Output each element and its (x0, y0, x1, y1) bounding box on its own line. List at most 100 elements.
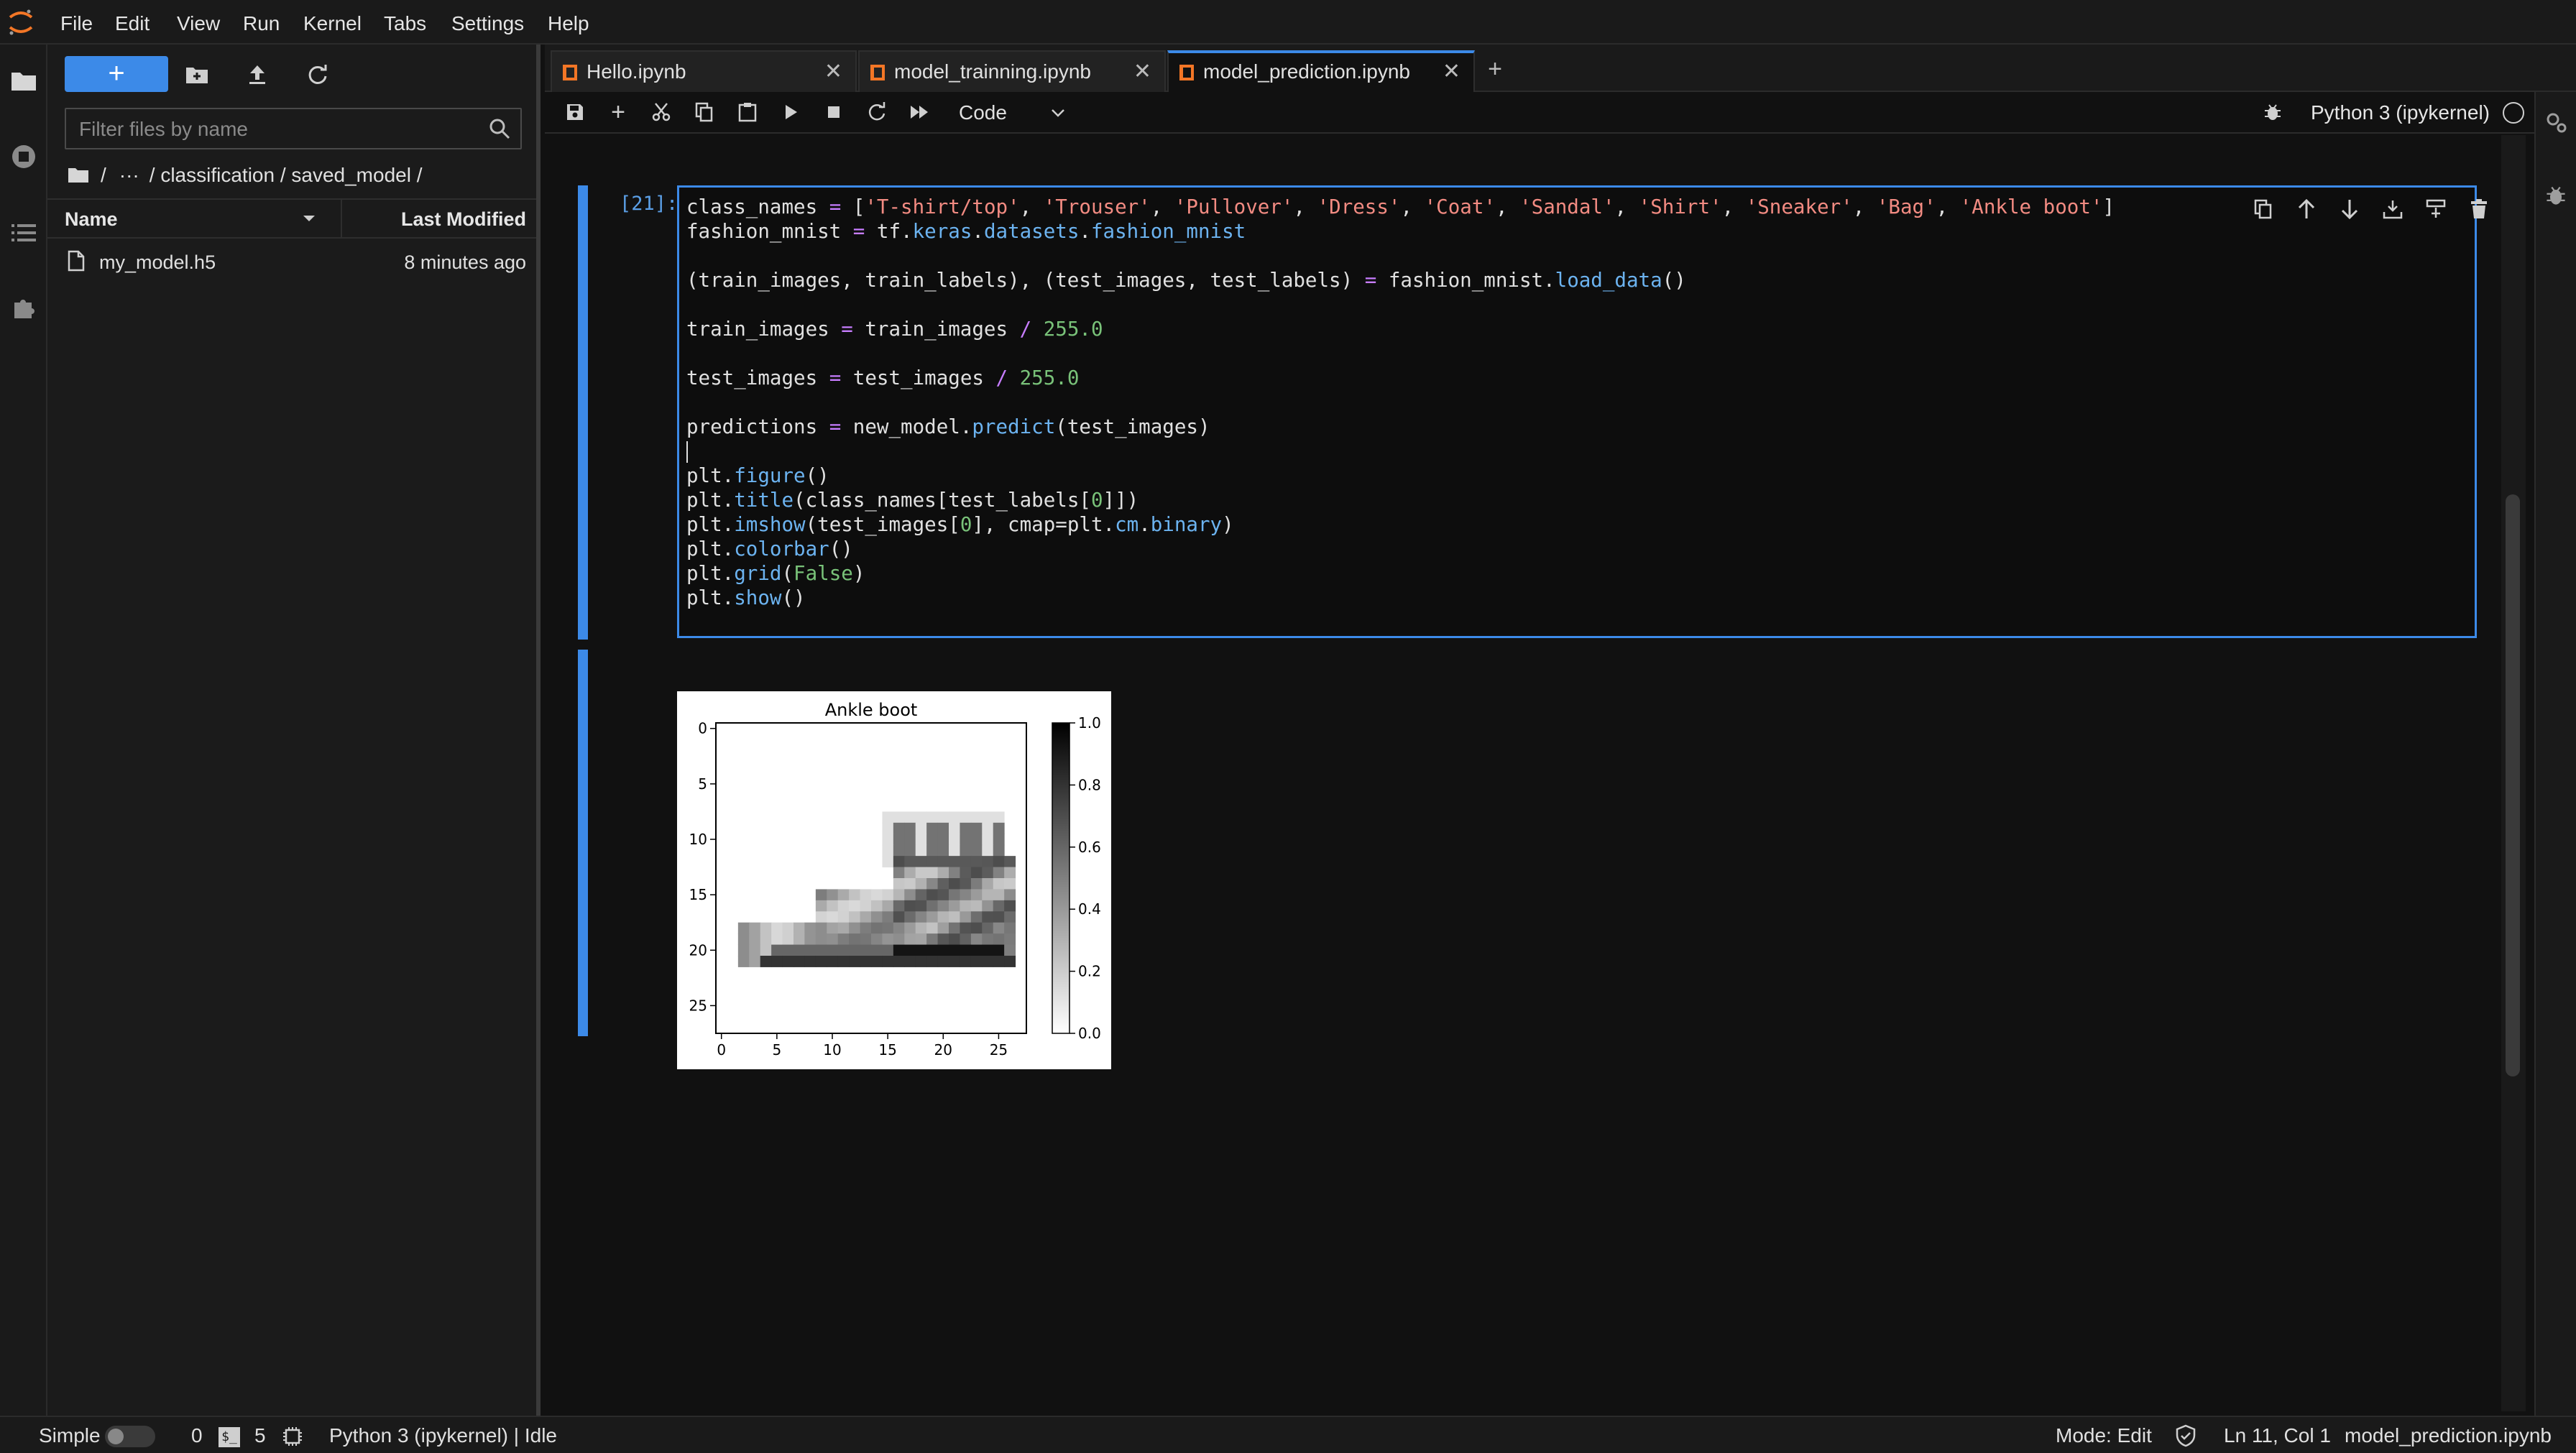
heatmap-pixel (926, 944, 939, 956)
tick-label: 10 (823, 1041, 841, 1058)
tab-model-trainning[interactable]: model_trainning.ipynb ✕ (858, 50, 1166, 92)
heatmap-pixel (937, 834, 949, 846)
heatmap-pixel (893, 811, 905, 824)
kernel-status[interactable]: Python 3 (ipykernel) | Idle (329, 1424, 557, 1447)
heatmap-pixel (904, 867, 916, 879)
heatmap-pixel (937, 922, 949, 934)
code-content[interactable]: class_names = ['T-shirt/top', 'Trouser',… (686, 195, 2115, 610)
heatmap-pixel (982, 900, 994, 912)
column-name-header[interactable]: Name (65, 208, 118, 231)
heatmap-pixel (949, 922, 960, 934)
close-icon[interactable]: ✕ (1443, 59, 1460, 84)
filter-input[interactable] (79, 115, 482, 144)
close-icon[interactable]: ✕ (824, 59, 842, 84)
new-launcher-button[interactable]: + (65, 56, 168, 92)
heatmap-pixel (993, 867, 1005, 879)
output-collapser[interactable] (578, 650, 588, 1036)
cell-collapser[interactable] (578, 185, 588, 640)
paste-icon[interactable] (733, 98, 762, 126)
cell-type-select[interactable]: Code (952, 98, 1081, 128)
stop-icon[interactable] (819, 98, 848, 126)
menu-settings[interactable]: Settings (451, 0, 524, 45)
move-down-arrow-icon[interactable] (2334, 193, 2365, 225)
file-name[interactable]: my_model.h5 (99, 252, 216, 274)
scrollbar-thumb[interactable] (2506, 494, 2520, 1076)
move-up-arrow-icon[interactable] (2291, 193, 2322, 225)
heatmap-pixel (915, 944, 927, 956)
code-editor[interactable]: class_names = ['T-shirt/top', 'Trouser',… (677, 185, 2487, 638)
home-folder-icon[interactable] (68, 165, 92, 185)
copy-icon[interactable] (690, 98, 719, 126)
breadcrumb-ellipsis[interactable]: ··· (119, 164, 139, 187)
folder-icon[interactable] (6, 63, 41, 98)
menu-view[interactable]: View (177, 0, 220, 45)
code-line-6: train_images = train_images / 255.0 (686, 318, 1103, 341)
heatmap-pixel (749, 933, 761, 946)
heatmap-pixel (926, 856, 939, 868)
menu-tabs[interactable]: Tabs (384, 0, 426, 45)
heatmap-pixel (804, 956, 816, 967)
upload-icon[interactable] (242, 57, 273, 92)
menu-file[interactable]: File (60, 0, 93, 45)
insert-above-icon[interactable] (2377, 193, 2409, 225)
heatmap-pixel (982, 922, 994, 934)
heatmap-pixel (837, 911, 850, 923)
heatmap-pixel (871, 944, 883, 956)
terminal-count[interactable]: 0 (191, 1424, 203, 1447)
duplicate-cell-icon[interactable] (2248, 193, 2279, 225)
sort-chevron-down-icon[interactable] (302, 207, 316, 234)
heatmap-pixel (915, 867, 927, 879)
cut-icon[interactable] (647, 98, 676, 126)
running-icon[interactable] (6, 139, 41, 174)
heatmap-pixel (960, 911, 972, 923)
chart-title: Ankle boot (825, 700, 918, 720)
heatmap-pixel (949, 811, 960, 824)
debugger-bug-icon[interactable] (2544, 184, 2567, 211)
notebook-icon (870, 63, 886, 86)
restart-icon[interactable] (862, 98, 891, 126)
delete-cell-icon[interactable] (2463, 193, 2495, 225)
heatmap-pixel (970, 922, 983, 934)
filter-field[interactable] (65, 108, 522, 149)
kernel-name[interactable]: Python 3 (ipykernel) (2311, 98, 2490, 128)
property-inspector-gear-icon[interactable] (2543, 109, 2569, 139)
vertical-scrollbar[interactable] (2501, 135, 2526, 1411)
heatmap-pixel (760, 944, 772, 956)
tab-model-prediction[interactable]: model_prediction.ipynb ✕ (1167, 50, 1475, 92)
heatmap-pixel (982, 944, 994, 956)
heatmap-pixel (893, 944, 905, 956)
heatmap-pixel (970, 933, 983, 946)
save-icon[interactable] (561, 98, 589, 126)
breadcrumb-path[interactable]: / classification / saved_model / (150, 164, 423, 187)
refresh-icon[interactable] (302, 57, 334, 92)
heatmap-pixel (1004, 911, 1016, 923)
heatmap-pixel (827, 922, 839, 934)
kernel-count[interactable]: 5 (254, 1424, 266, 1447)
extension-icon[interactable] (6, 290, 41, 325)
cursor-position[interactable]: Ln 11, Col 1 (2224, 1424, 2331, 1447)
tab-hello[interactable]: Hello.ipynb ✕ (551, 50, 857, 92)
simple-mode-toggle[interactable] (105, 1426, 155, 1447)
new-folder-icon[interactable] (181, 57, 213, 92)
menu-run[interactable]: Run (243, 0, 280, 45)
file-row[interactable]: my_model.h5 8 minutes ago (47, 240, 536, 283)
insert-below-icon[interactable] (2420, 193, 2452, 225)
close-icon[interactable]: ✕ (1133, 59, 1151, 84)
heatmap-pixel (893, 900, 905, 912)
add-cell-icon[interactable]: + (604, 98, 632, 126)
menu-kernel[interactable]: Kernel (303, 0, 362, 45)
trusted-shield-icon[interactable] (2175, 1424, 2196, 1447)
heatmap-pixel (737, 956, 750, 967)
column-modified-header[interactable]: Last Modified (401, 208, 526, 231)
menu-help[interactable]: Help (548, 0, 589, 45)
menu-edit[interactable]: Edit (115, 0, 150, 45)
tick-label: 20 (689, 941, 707, 959)
fast-forward-icon[interactable] (906, 98, 934, 126)
heatmap-pixel (904, 944, 916, 956)
toc-icon[interactable] (6, 216, 41, 250)
debugger-bug-icon[interactable] (2258, 98, 2287, 126)
heatmap-pixel (970, 856, 983, 868)
run-icon[interactable] (776, 98, 805, 126)
new-tab-plus-icon[interactable]: + (1479, 53, 1511, 85)
heatmap-pixel (760, 922, 772, 934)
